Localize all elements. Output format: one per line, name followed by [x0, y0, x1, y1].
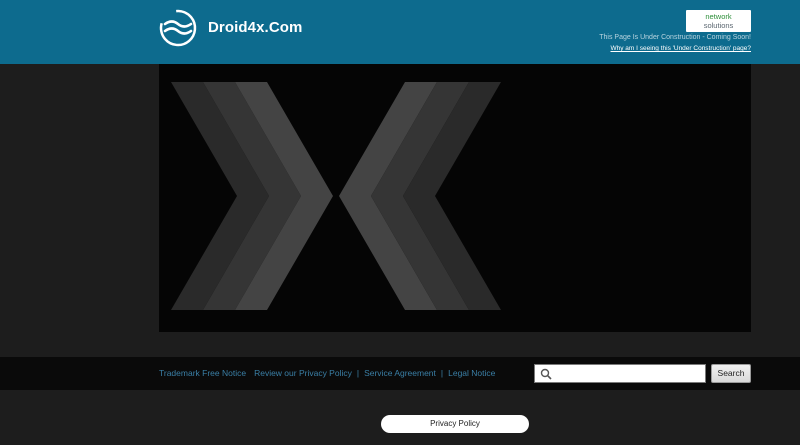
separator: |: [356, 368, 360, 378]
service-agreement-link[interactable]: Service Agreement: [364, 368, 436, 378]
network-solutions-logo[interactable]: network solutions: [686, 10, 751, 32]
badge-line-1: network: [705, 12, 732, 21]
trademark-notice-link[interactable]: Trademark Free Notice: [159, 368, 246, 378]
badge-line-2: solutions: [703, 21, 734, 30]
footer-links: Trademark Free Notice Review our Privacy …: [159, 368, 495, 378]
separator: |: [440, 368, 444, 378]
privacy-policy-link[interactable]: Review our Privacy Policy: [254, 368, 352, 378]
legal-notice-link[interactable]: Legal Notice: [448, 368, 495, 378]
x-logo-graphic: [171, 82, 501, 310]
under-construction-text: This Page Is Under Construction - Coming…: [599, 34, 751, 41]
search-icon: [540, 368, 552, 380]
why-under-construction-link[interactable]: Why am I seeing this 'Under Construction…: [611, 45, 752, 52]
privacy-policy-button[interactable]: Privacy Policy: [381, 415, 529, 433]
hero-banner: [159, 64, 751, 332]
search-button[interactable]: Search: [711, 364, 751, 383]
logo-icon[interactable]: [159, 9, 197, 47]
site-title[interactable]: Droid4x.Com: [208, 19, 302, 36]
search-box[interactable]: [534, 364, 707, 383]
search-input[interactable]: [555, 366, 707, 383]
header-bar: Droid4x.Com network solutions This Page …: [0, 0, 800, 64]
